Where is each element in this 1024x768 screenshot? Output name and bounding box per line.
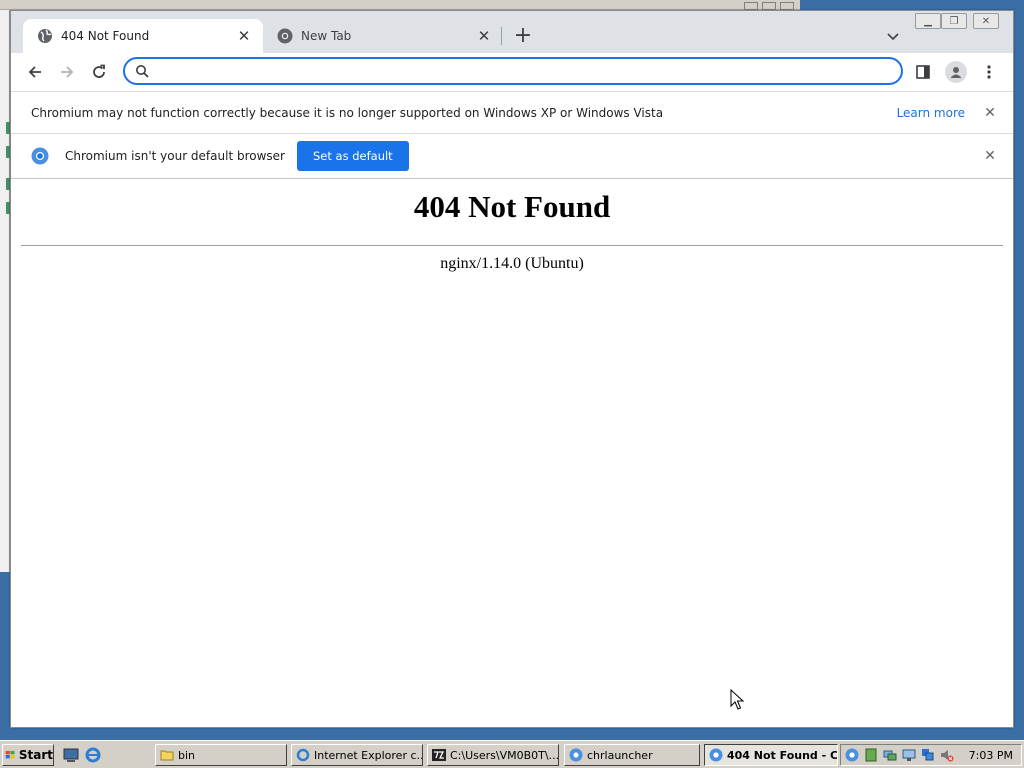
network-tray-icon[interactable] (883, 748, 897, 762)
minimize-icon: ▁ (924, 15, 932, 27)
app-tray-icon[interactable] (864, 748, 878, 762)
person-icon (950, 67, 962, 78)
close-window-button[interactable]: ✕ (973, 13, 999, 29)
tab-separator (501, 27, 502, 45)
new-tab-button[interactable]: + (511, 24, 535, 48)
tab-title: New Tab (301, 29, 352, 43)
set-as-default-button[interactable]: Set as default (296, 141, 409, 171)
background-minimize-button[interactable] (744, 2, 758, 10)
taskbar-item-label: 404 Not Found - C... (727, 748, 838, 762)
profile-button[interactable] (942, 58, 970, 86)
default-browser-infobar: Chromium isn't your default browser Set … (11, 133, 1013, 179)
tab-strip: 404 Not Found ✕ New Tab ✕ + ▁ ❐ ✕ (11, 11, 1013, 53)
monitor-tray-icon[interactable] (902, 748, 916, 762)
background-close-button[interactable] (780, 2, 794, 10)
volume-muted-icon[interactable] (940, 748, 954, 762)
chromium-icon (277, 28, 293, 44)
chromium-tray-icon[interactable] (845, 748, 859, 762)
close-infobar-icon[interactable]: ✕ (981, 147, 999, 165)
tab-title: 404 Not Found (61, 29, 150, 43)
chevron-down-icon (887, 33, 899, 41)
address-input[interactable] (157, 61, 901, 81)
taskbar-item-chrlauncher[interactable]: chrlauncher (564, 744, 700, 766)
back-arrow-icon (28, 66, 41, 78)
taskbar-item-7zip[interactable]: C:\Users\VM0B0T\... (427, 744, 559, 766)
internet-explorer-icon[interactable] (84, 746, 102, 764)
globe-icon (38, 29, 52, 43)
menu-button[interactable] (975, 58, 1003, 86)
toolbar (11, 53, 1013, 91)
divider (21, 245, 1003, 246)
start-label: Start (18, 747, 53, 762)
background-window-titlebar (0, 0, 800, 10)
omnibox[interactable] (123, 57, 903, 85)
restore-button[interactable]: ❐ (941, 13, 967, 29)
clock[interactable]: 7:03 PM (969, 749, 1013, 762)
minimize-button[interactable]: ▁ (915, 13, 941, 29)
close-infobar-icon[interactable]: ✕ (981, 104, 999, 122)
reload-icon (93, 64, 105, 78)
infobar-message: Chromium isn't your default browser (65, 149, 285, 163)
taskbar-item-label: C:\Users\VM0B0T\... (450, 748, 559, 762)
server-signature: nginx/1.14.0 (Ubuntu) (440, 255, 584, 272)
mouse-cursor-icon (730, 689, 745, 710)
start-button[interactable]: Start (2, 743, 54, 766)
learn-more-link[interactable]: Learn more (897, 106, 965, 120)
internet-explorer-icon (296, 748, 310, 762)
background-window-sidebar (0, 10, 10, 572)
chromium-icon (569, 748, 583, 762)
close-tab-icon[interactable]: ✕ (475, 27, 493, 45)
page-heading: 404 Not Found (413, 189, 611, 224)
tab-search-button[interactable] (881, 25, 905, 49)
close-icon: ✕ (981, 15, 991, 27)
tab-404-not-found[interactable]: 404 Not Found ✕ (23, 19, 263, 53)
taskbar-item-404-not-found[interactable]: 404 Not Found - C... (704, 744, 838, 766)
taskbar-item-bin[interactable]: bin (155, 744, 287, 766)
infobar-message: Chromium may not function correctly beca… (31, 105, 664, 120)
taskbar-item-label: Internet Explorer c... (314, 748, 423, 762)
show-desktop-icon[interactable] (62, 746, 80, 764)
back-button[interactable] (21, 58, 49, 86)
taskbar-item-label: chrlauncher (587, 748, 653, 762)
reload-button[interactable] (85, 58, 113, 86)
windows-logo-icon (5, 750, 15, 758)
avatar (945, 61, 967, 83)
close-tab-icon[interactable]: ✕ (235, 27, 253, 45)
taskbar: Start bin Internet Explorer c... C:\User… (0, 740, 1024, 768)
system-tray: 7:03 PM (840, 744, 1022, 766)
browser-window: 404 Not Found ✕ New Tab ✕ + ▁ ❐ ✕ Chromi… (10, 10, 1014, 728)
background-maximize-button[interactable] (762, 2, 776, 10)
taskbar-item-label: bin (178, 748, 196, 762)
side-panel-button[interactable] (909, 58, 937, 86)
chromium-icon (31, 147, 49, 165)
7zip-icon (432, 749, 446, 761)
more-vert-icon (987, 65, 991, 79)
side-panel-icon (916, 65, 930, 79)
forward-arrow-icon (61, 66, 74, 78)
tab-new-tab[interactable]: New Tab ✕ (263, 19, 503, 53)
search-icon (136, 65, 149, 78)
page-content: 404 Not Found nginx/1.14.0 (Ubuntu) (11, 179, 1013, 727)
folder-icon (160, 750, 174, 761)
chromium-icon (709, 748, 723, 762)
plus-icon: + (513, 23, 533, 48)
taskbar-item-internet-explorer[interactable]: Internet Explorer c... (291, 744, 423, 766)
restore-icon: ❐ (949, 15, 959, 27)
forward-button[interactable] (53, 58, 81, 86)
network-tray-icon[interactable] (921, 748, 935, 762)
unsupported-os-infobar: Chromium may not function correctly beca… (11, 91, 1013, 133)
